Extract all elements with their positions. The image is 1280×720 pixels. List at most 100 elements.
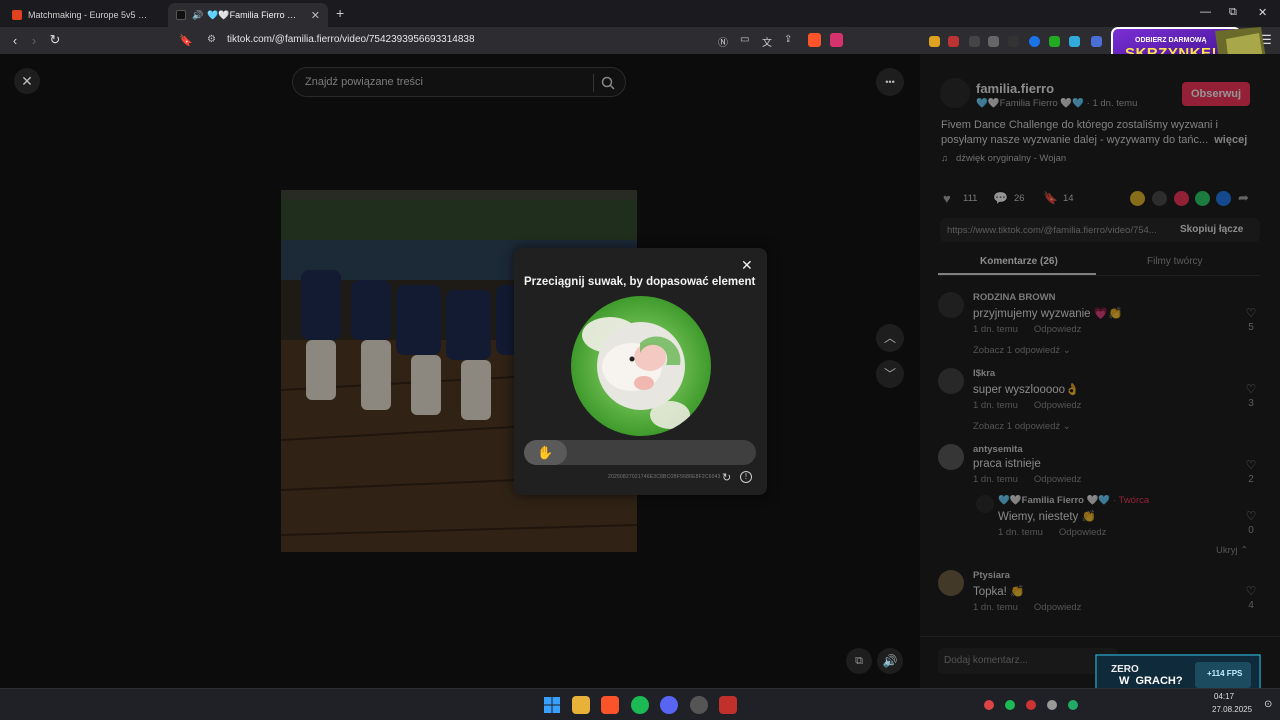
forward-icon[interactable]: › — [26, 32, 42, 48]
reload-icon[interactable]: ↻ — [47, 32, 63, 48]
next-video-button[interactable]: ﹀ — [876, 360, 904, 388]
reply-button[interactable]: Odpowiedz — [1034, 400, 1082, 411]
extension-icon[interactable] — [929, 36, 940, 47]
comment-like[interactable]: ♡ 4 — [1244, 584, 1258, 611]
spotify-icon[interactable] — [631, 696, 649, 714]
comment-author[interactable]: Ptysiara — [973, 570, 1258, 581]
copy-link-button[interactable]: Skopiuj łącze — [1180, 224, 1243, 235]
more-link[interactable]: więcej — [1214, 134, 1247, 146]
comment-icon[interactable]: 💬 — [993, 191, 1008, 205]
tray-icon[interactable] — [1068, 700, 1078, 710]
volume-icon[interactable]: 🔊 — [877, 648, 903, 674]
extension-icon[interactable] — [1069, 36, 1080, 47]
restore-button[interactable]: ⧉ — [1229, 6, 1237, 19]
tab-tiktok[interactable]: 🔊 🩵🤍Familia Fierro 🤍🩵 (@ ✕ — [168, 3, 328, 27]
avatar[interactable] — [938, 368, 964, 394]
clock-date[interactable]: 27.08.2025 — [1212, 705, 1252, 714]
bookmark-icon[interactable]: 🔖 — [1043, 191, 1058, 205]
reader-icon[interactable]: Ⓝ — [718, 34, 728, 49]
translate-icon[interactable]: 文 — [762, 34, 772, 49]
comment-like[interactable]: ♡ 3 — [1244, 382, 1258, 409]
add-comment-input[interactable]: Dodaj komentarz... — [938, 648, 1118, 674]
extension-icon[interactable] — [988, 36, 999, 47]
captcha-slider-track[interactable]: ✋ — [524, 440, 756, 465]
captcha-close-button[interactable]: ✕ — [741, 257, 753, 274]
captcha-slider-handle[interactable]: ✋ — [524, 440, 567, 465]
close-window-button[interactable]: ✕ — [1258, 6, 1267, 19]
file-explorer-icon[interactable] — [572, 696, 590, 714]
brave-icon[interactable] — [719, 696, 737, 714]
extension-icon[interactable] — [948, 36, 959, 47]
app-icon[interactable] — [690, 696, 708, 714]
extension-icon[interactable] — [969, 36, 980, 47]
reply-button[interactable]: Odpowiedz — [1059, 527, 1107, 538]
send-icon[interactable] — [1174, 191, 1189, 206]
view-replies-button[interactable]: Zobacz 1 odpowiedź ⌄ — [973, 345, 1258, 356]
cast-icon[interactable]: ▭ — [740, 34, 749, 45]
more-options-button[interactable]: ••• — [876, 68, 904, 96]
comment-like[interactable]: ♡ 2 — [1244, 458, 1258, 485]
new-tab-button[interactable]: + — [336, 5, 344, 21]
view-replies-button[interactable]: Zobacz 1 odpowiedź ⌄ — [973, 421, 1258, 432]
avatar[interactable] — [938, 570, 964, 596]
address-bar[interactable]: ⚙ tiktok.com/@familia.fierro/video/75423… — [200, 30, 850, 51]
brave-shields-icon[interactable] — [808, 33, 821, 47]
refresh-icon[interactable]: ↻ — [722, 471, 731, 484]
brave-rewards-icon[interactable] — [830, 33, 843, 47]
clock-time[interactable]: 04:17 — [1214, 692, 1234, 701]
previous-video-button[interactable]: ︿ — [876, 324, 904, 352]
comment-author[interactable]: RODZINA BROWN — [973, 292, 1258, 303]
info-icon[interactable]: ! — [740, 471, 752, 483]
extension-icon[interactable] — [1091, 36, 1102, 47]
author-username[interactable]: familia.fierro — [976, 81, 1054, 96]
close-tab-icon[interactable]: ✕ — [305, 9, 320, 22]
spotify-tray-icon[interactable] — [1005, 700, 1015, 710]
search-icon[interactable] — [601, 76, 615, 90]
reply-button[interactable]: Odpowiedz — [1034, 474, 1082, 485]
tray-icon[interactable] — [1026, 700, 1036, 710]
site-settings-icon[interactable]: ⚙ — [207, 34, 216, 45]
whatsapp-icon[interactable] — [1195, 191, 1210, 206]
avatar[interactable] — [938, 292, 964, 318]
reply-button[interactable]: Odpowiedz — [1034, 324, 1082, 335]
discord-icon[interactable] — [660, 696, 678, 714]
tab-comments[interactable]: Komentarze (26) — [980, 256, 1058, 267]
comment-author[interactable]: antysemita — [973, 444, 1258, 455]
extension-icon[interactable] — [1008, 36, 1019, 47]
heart-icon[interactable]: ♥ — [943, 191, 951, 206]
tab-creator-videos[interactable]: Filmy twórcy — [1147, 256, 1203, 267]
follow-button[interactable]: Obserwuj — [1182, 82, 1250, 106]
notifications-icon[interactable]: ⊙ — [1264, 699, 1272, 710]
speaker-icon[interactable]: 🔊 — [192, 10, 203, 21]
bookmark-icon[interactable]: 🔖 — [178, 32, 194, 48]
search-input[interactable]: Znajdź powiązane treści — [292, 67, 626, 97]
tray-icon[interactable] — [984, 700, 994, 710]
minimize-button[interactable]: — — [1200, 6, 1211, 18]
share-arrow-icon[interactable]: ➦ — [1238, 190, 1249, 206]
extension-icon[interactable] — [1029, 36, 1040, 47]
repost-icon[interactable] — [1130, 191, 1145, 206]
reply-button[interactable]: Odpowiedz — [1034, 602, 1082, 613]
windows-start-icon[interactable] — [543, 696, 561, 714]
facebook-icon[interactable] — [1216, 191, 1231, 206]
author-avatar[interactable] — [940, 78, 970, 108]
avatar[interactable] — [976, 495, 994, 513]
comment-author[interactable]: I$kra — [973, 368, 1258, 379]
share-icon[interactable]: ⇪ — [784, 34, 792, 45]
brave-browser-icon[interactable] — [601, 696, 619, 714]
comment-like[interactable]: ♡ 5 — [1244, 306, 1258, 333]
avatar[interactable] — [938, 444, 964, 470]
tray-icon[interactable] — [1047, 700, 1057, 710]
sound-link[interactable]: dźwięk oryginalny - Wojan — [956, 153, 1066, 164]
extension-icon[interactable] — [1049, 36, 1060, 47]
picture-in-picture-icon[interactable]: ⧉ — [846, 648, 872, 674]
reply-author[interactable]: 🩵🤍Familia Fierro 🤍🩵 — [998, 495, 1110, 506]
tab-matchmaking[interactable]: Matchmaking - Europe 5v5 Queue - — [4, 3, 164, 27]
share-link[interactable]: https://www.tiktok.com/@familia.fierro/v… — [947, 225, 1157, 236]
embed-icon[interactable] — [1152, 191, 1167, 206]
url-text[interactable]: tiktok.com/@familia.fierro/video/7542393… — [227, 34, 475, 45]
close-video-button[interactable]: ✕ — [14, 68, 40, 94]
hide-replies-button[interactable]: Ukryj ⌃ — [1216, 545, 1248, 556]
back-icon[interactable]: ‹ — [7, 32, 23, 48]
reply-like[interactable]: ♡ 0 — [1244, 509, 1258, 536]
